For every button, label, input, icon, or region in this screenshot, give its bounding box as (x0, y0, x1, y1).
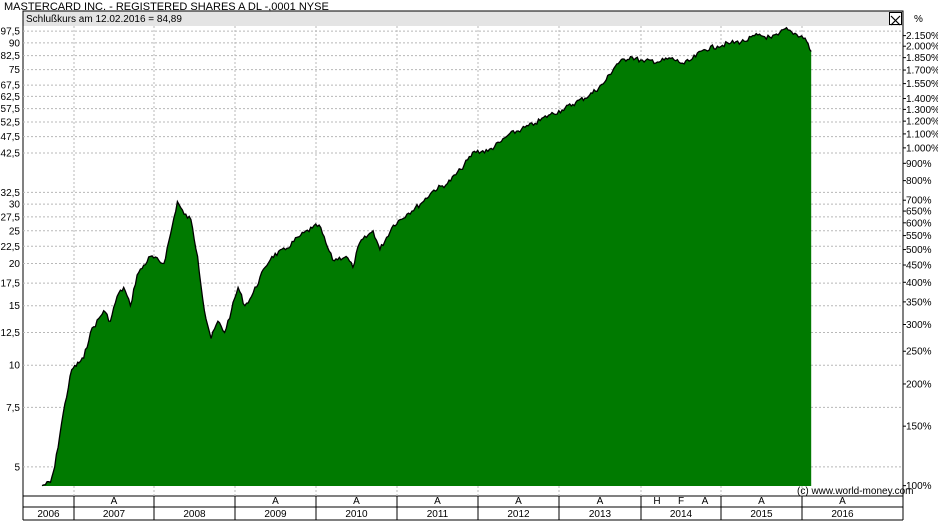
right-tick-label: 400% (906, 278, 932, 289)
event-marker-A: A (434, 496, 441, 507)
right-tick-label: 600% (906, 218, 932, 229)
year-label: 2013 (589, 509, 612, 520)
right-tick-label: 1.700% (906, 66, 938, 77)
right-tick-label: 1.300% (906, 105, 938, 116)
left-tick-label: 7,5 (6, 403, 20, 414)
right-tick-label: 650% (906, 207, 932, 218)
left-price-axis: 57,51012,51517,52022,52527,53032,542,547… (1, 27, 21, 474)
price-area (42, 27, 812, 486)
event-marker-A: A (353, 496, 360, 507)
right-tick-label: 500% (906, 245, 932, 256)
chart-title: MASTERCARD INC. - REGISTERED SHARES A DL… (4, 1, 329, 13)
price-series (41, 26, 812, 487)
right-tick-label: 550% (906, 231, 932, 242)
left-tick-label: 15 (9, 301, 21, 312)
copyright-credit: (c) www.world-money.com (797, 486, 914, 497)
event-marker-F: F (678, 496, 684, 507)
year-label: 2009 (264, 509, 287, 520)
right-tick-label: 1.100% (906, 129, 938, 140)
right-tick-label: 800% (906, 176, 932, 187)
left-tick-label: 17,5 (1, 279, 21, 290)
percent-axis-unit: % (914, 14, 923, 25)
right-tick-label: 350% (906, 297, 932, 308)
event-marker-A: A (515, 496, 522, 507)
right-tick-label: 1.200% (906, 117, 938, 128)
right-tick-label: 200% (906, 379, 932, 390)
left-tick-label: 90 (9, 38, 21, 49)
year-label: 2006 (37, 509, 60, 520)
right-tick-label: 2.000% (906, 42, 938, 53)
left-tick-label: 20 (9, 259, 21, 270)
right-tick-label: 2.150% (906, 31, 938, 42)
right-tick-label: 700% (906, 196, 932, 207)
right-tick-label: 250% (906, 347, 932, 358)
left-tick-label: 97,5 (1, 27, 21, 38)
stock-chart: Schlußkurs am 12.02.2016 = 84,89 57,5101… (1, 10, 938, 521)
right-tick-label: 450% (906, 261, 932, 272)
close-x-icon (890, 15, 901, 26)
year-label: 2016 (831, 509, 854, 520)
year-label: 2007 (103, 509, 126, 520)
event-marker-A: A (272, 496, 279, 507)
year-label: 2010 (345, 509, 368, 520)
left-tick-label: 32,5 (1, 188, 21, 199)
left-tick-label: 12,5 (1, 328, 21, 339)
left-tick-label: 62,5 (1, 92, 21, 103)
left-tick-label: 22,5 (1, 242, 21, 253)
right-tick-label: 300% (906, 320, 932, 331)
left-tick-label: 30 (9, 200, 21, 211)
year-label: 2011 (427, 509, 449, 520)
left-tick-label: 5 (14, 462, 20, 473)
left-tick-label: 57,5 (1, 104, 21, 115)
left-tick-label: 42,5 (1, 148, 21, 159)
year-label: 2012 (507, 509, 530, 520)
left-tick-label: 27,5 (1, 212, 21, 223)
right-tick-label: 150% (906, 422, 932, 433)
left-tick-label: 82,5 (1, 51, 21, 62)
year-label: 2014 (670, 509, 693, 520)
left-tick-label: 67,5 (1, 81, 21, 92)
right-tick-label: 1.000% (906, 143, 938, 154)
right-tick-label: 1.400% (906, 94, 938, 105)
right-tick-label: 1.550% (906, 79, 938, 90)
event-marker-A: A (111, 496, 118, 507)
left-tick-label: 10 (9, 361, 21, 372)
left-tick-label: 25 (9, 226, 21, 237)
info-text: Schlußkurs am 12.02.2016 = 84,89 (26, 14, 182, 25)
time-axis: 2006 2007 2008 2009 2010 2011 2012 2013 2014 2015… (22, 496, 904, 521)
event-marker-A: A (839, 496, 846, 507)
right-tick-label: 1.850% (906, 53, 938, 64)
close-button[interactable] (889, 12, 902, 26)
event-marker-A: A (702, 496, 709, 507)
event-marker-A: A (597, 496, 604, 507)
year-label: 2008 (183, 509, 206, 520)
right-percent-axis: 100%150%200%250%300%350%400%450%500%550%… (903, 31, 938, 492)
left-tick-label: 47,5 (1, 132, 21, 143)
left-tick-label: 75 (9, 65, 21, 76)
event-marker-A: A (758, 496, 765, 507)
year-label: 2015 (750, 509, 773, 520)
event-marker-H: H (653, 496, 660, 507)
left-tick-label: 52,5 (1, 117, 21, 128)
right-tick-label: 900% (906, 159, 932, 170)
